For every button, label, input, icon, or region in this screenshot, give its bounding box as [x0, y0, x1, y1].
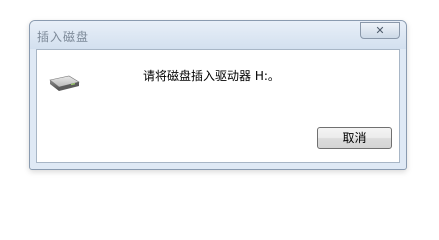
prompt-message: 请将磁盘插入驱动器 H:。 — [143, 69, 280, 83]
close-icon: ✕ — [375, 24, 385, 37]
close-button[interactable]: ✕ — [360, 22, 400, 39]
removable-drive-icon — [49, 75, 80, 91]
dialog-content: 请将磁盘插入驱动器 H:。 取消 — [36, 49, 400, 163]
dialog-title: 插入磁盘 — [37, 30, 90, 44]
cancel-button[interactable]: 取消 — [317, 127, 392, 149]
title-bar[interactable]: 插入磁盘 ✕ — [30, 21, 406, 49]
insert-disk-dialog: 插入磁盘 ✕ 请将磁盘插入驱动器 H:。 取消 — [29, 20, 407, 170]
